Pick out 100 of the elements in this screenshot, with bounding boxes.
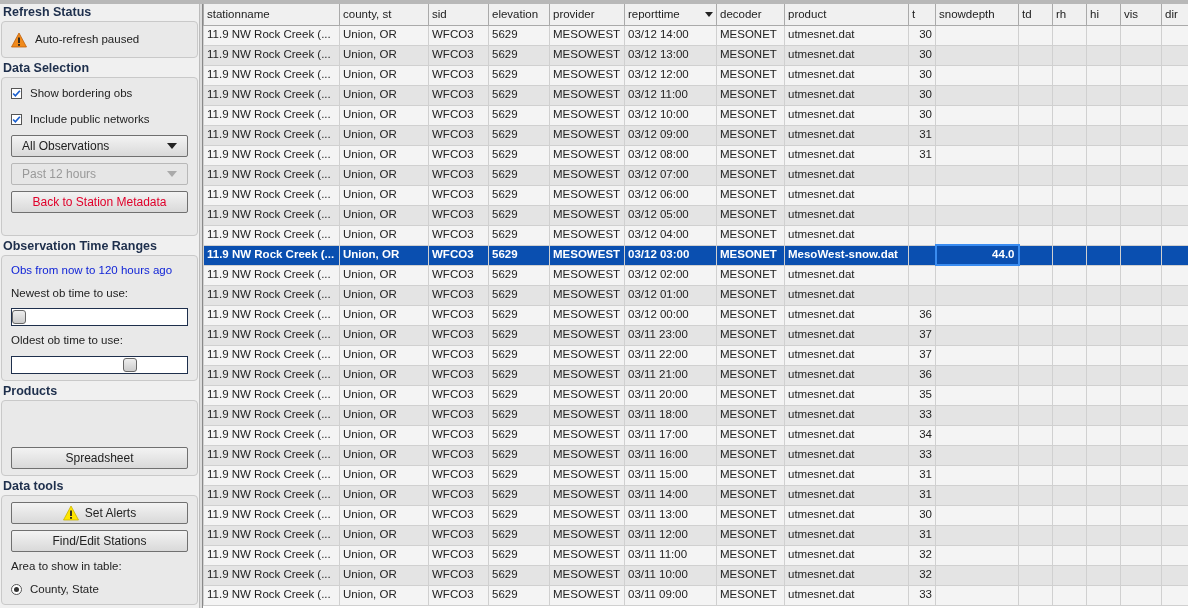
radio-button[interactable]: [11, 583, 22, 595]
table-cell: 11.9 NW Rock Creek (...: [203, 285, 340, 305]
column-header[interactable]: elevation: [488, 4, 550, 25]
checkbox-label: Show bordering obs: [30, 86, 133, 102]
table-cell: 11.9 NW Rock Creek (...: [203, 565, 340, 585]
table-row[interactable]: 11.9 NW Rock Creek (... Union, OR WFCO3 5629 MESOWEST 03/12 04:00 MESONET utmesnet.dat: [203, 225, 1188, 245]
table-row[interactable]: 11.9 NW Rock Creek (... Union, OR WFCO3 5629 MESOWEST 03/11 18:00 MESONET utmesnet.dat 33: [203, 405, 1188, 425]
checkbox[interactable]: [11, 113, 22, 125]
column-header[interactable]: t: [908, 4, 936, 25]
radio-label: County, State: [30, 581, 99, 597]
table-row[interactable]: 11.9 NW Rock Creek (... Union, OR WFCO3 5629 MESOWEST 03/11 13:00 MESONET utmesnet.dat 30: [203, 505, 1188, 525]
table-row[interactable]: 11.9 NW Rock Creek (... Union, OR WFCO3 5629 MESOWEST 03/12 10:00 MESONET utmesnet.dat 30: [203, 105, 1188, 125]
slider-track[interactable]: [11, 308, 188, 327]
table-row[interactable]: 11.9 NW Rock Creek (... Union, OR WFCO3 5629 MESOWEST 03/12 09:00 MESONET utmesnet.dat 31: [203, 125, 1188, 145]
table-cell: 11.9 NW Rock Creek (...: [203, 445, 340, 465]
table-row[interactable]: 11.9 NW Rock Creek (... Union, OR WFCO3 5629 MESOWEST 03/11 23:00 MESONET utmesnet.dat 37: [203, 325, 1188, 345]
column-header[interactable]: decoder: [716, 4, 785, 25]
dropdown[interactable]: All Observations: [11, 134, 188, 157]
table-cell: 11.9 NW Rock Creek (...: [203, 125, 340, 145]
column-header[interactable]: snowdepth: [935, 4, 1019, 25]
action-button[interactable]: Back to Station Metadata: [11, 190, 188, 213]
table-cell: 11.9 NW Rock Creek (...: [203, 325, 340, 345]
column-header[interactable]: stationname: [203, 4, 340, 25]
table-cell: 11.9 NW Rock Creek (...: [203, 225, 340, 245]
table-row[interactable]: 11.9 NW Rock Creek (... Union, OR WFCO3 5629 MESOWEST 03/12 05:00 MESONET utmesnet.dat: [203, 205, 1188, 225]
table-cell: 11.9 NW Rock Creek (...: [203, 45, 340, 65]
table-cell: 11.9 NW Rock Creek (...: [203, 585, 340, 605]
table-cell: 11.9 NW Rock Creek (...: [203, 25, 340, 45]
table-row[interactable]: 11.9 NW Rock Creek (... Union, OR WFCO3 5629 MESOWEST 03/12 02:00 MESONET utmesnet.dat: [203, 265, 1188, 285]
column-header[interactable]: hi: [1086, 4, 1121, 25]
table-row[interactable]: 11.9 NW Rock Creek (... Union, OR WFCO3 5629 MESOWEST 03/12 01:00 MESONET utmesnet.dat: [203, 285, 1188, 305]
table-row[interactable]: 11.9 NW Rock Creek (... Union, OR WFCO3 5629 MESOWEST 03/11 15:00 MESONET utmesnet.dat 31: [203, 465, 1188, 485]
table-cell: 11.9 NW Rock Creek (...: [203, 265, 340, 285]
caret-icon: [167, 142, 177, 149]
section-title: Products: [2, 382, 59, 400]
table-cell: 11.9 NW Rock Creek (...: [203, 105, 340, 125]
status-text: Auto-refresh paused: [35, 32, 140, 47]
column-header[interactable]: dir: [1161, 4, 1188, 25]
field-label: Area to show in table:: [11, 558, 123, 574]
table-row[interactable]: 11.9 NW Rock Creek (... Union, OR WFCO3 5629 MESOWEST 03/11 17:00 MESONET utmesnet.dat 34: [203, 425, 1188, 445]
check-icon: [12, 89, 21, 99]
checkbox-label: Include public networks: [30, 111, 150, 127]
action-button[interactable]: Spreadsheet: [11, 446, 188, 469]
warning-icon: [62, 504, 79, 521]
section-title: Refresh Status: [2, 4, 93, 21]
column-header[interactable]: sid: [428, 4, 489, 25]
table-cell: 11.9 NW Rock Creek (...: [203, 345, 340, 365]
table-cell: 11.9 NW Rock Creek (...: [203, 365, 340, 385]
table-row[interactable]: 11.9 NW Rock Creek (... Union, OR WFCO3 5629 MESOWEST 03/11 11:00 MESONET utmesnet.dat 32: [203, 545, 1188, 565]
column-header[interactable]: td: [1018, 4, 1053, 25]
caret-icon: [167, 170, 177, 177]
table-cell: 11.9 NW Rock Creek (...: [203, 545, 340, 565]
column-header[interactable]: provider: [549, 4, 625, 25]
column-header[interactable]: county, st: [339, 4, 429, 25]
table-cell: 11.9 NW Rock Creek (...: [203, 485, 340, 505]
table-row[interactable]: 11.9 NW Rock Creek (... Union, OR WFCO3 5629 MESOWEST 03/12 07:00 MESONET utmesnet.dat: [203, 165, 1188, 185]
table-row[interactable]: 11.9 NW Rock Creek (... Union, OR WFCO3 5629 MESOWEST 03/12 13:00 MESONET utmesnet.dat 30: [203, 45, 1188, 65]
table-row[interactable]: 11.9 NW Rock Creek (... Union, OR WFCO3 5629 MESOWEST 03/11 16:00 MESONET utmesnet.dat 33: [203, 445, 1188, 465]
table-cell: 11.9 NW Rock Creek (...: [203, 185, 340, 205]
table-cell: 44.0: [935, 245, 1019, 265]
checkbox[interactable]: [11, 88, 22, 100]
table-cell: 11.9 NW Rock Creek (...: [203, 205, 340, 225]
table-cell: 11.9 NW Rock Creek (...: [203, 165, 340, 185]
table-cell: 11.9 NW Rock Creek (...: [203, 65, 340, 85]
table-row[interactable]: 11.9 NW Rock Creek (... Union, OR WFCO3 5629 MESOWEST 03/11 10:00 MESONET utmesnet.dat 32: [203, 565, 1188, 585]
column-header[interactable]: rh: [1052, 4, 1087, 25]
table-row[interactable]: 11.9 NW Rock Creek (... Union, OR WFCO3 5629 MESOWEST 03/12 06:00 MESONET utmesnet.dat: [203, 185, 1188, 205]
table-row[interactable]: 11.9 NW Rock Creek (... Union, OR WFCO3 5629 MESOWEST 03/11 12:00 MESONET utmesnet.dat 31: [203, 525, 1188, 545]
column-header[interactable]: reporttime: [624, 4, 717, 25]
column-header[interactable]: vis: [1120, 4, 1162, 25]
table-cell: 11.9 NW Rock Creek (...: [203, 525, 340, 545]
slider-thumb[interactable]: [12, 310, 26, 325]
table-cell: 11.9 NW Rock Creek (...: [203, 305, 340, 325]
table-row[interactable]: 11.9 NW Rock Creek (... Union, OR WFCO3 5629 MESOWEST 03/12 00:00 MESONET utmesnet.dat 36: [203, 305, 1188, 325]
table-cell: 11.9 NW Rock Creek (...: [203, 245, 340, 265]
field-label: Oldest ob time to use:: [11, 333, 124, 349]
table-row[interactable]: 11.9 NW Rock Creek (... Union, OR WFCO3 5629 MESOWEST 03/11 21:00 MESONET utmesnet.dat 36: [203, 365, 1188, 385]
slider-track[interactable]: [11, 355, 188, 374]
table-row[interactable]: 11.9 NW Rock Creek (... Union, OR WFCO3 5629 MESOWEST 03/11 22:00 MESONET utmesnet.dat 37: [203, 345, 1188, 365]
field-label: Newest ob time to use:: [11, 286, 129, 301]
column-header[interactable]: product: [784, 4, 909, 25]
check-icon: [12, 114, 21, 124]
table-row[interactable]: 11.9 NW Rock Creek (... Union, OR WFCO3 5629 MESOWEST 03/11 20:00 MESONET utmesnet.dat 35: [203, 385, 1188, 405]
warning-icon: [11, 31, 27, 48]
section-title: Data tools: [2, 477, 65, 495]
table-row[interactable]: 11.9 NW Rock Creek (... Union, OR WFCO3 5629 MESOWEST 03/11 14:00 MESONET utmesnet.dat 31: [203, 485, 1188, 505]
section-title: Observation Time Ranges: [2, 237, 158, 255]
slider-thumb[interactable]: [123, 357, 138, 372]
table-row[interactable]: 11.9 NW Rock Creek (... Union, OR WFCO3 5629 MESOWEST 03/12 12:00 MESONET utmesnet.dat 30: [203, 65, 1188, 85]
table-row[interactable]: 11.9 NW Rock Creek (... Union, OR WFCO3 5629 MESOWEST 03/12 14:00 MESONET utmesnet.dat 30: [203, 25, 1188, 45]
table-cell: 11.9 NW Rock Creek (...: [203, 425, 340, 445]
table-row[interactable]: 11.9 NW Rock Creek (... Union, OR WFCO3 5629 MESOWEST 03/12 08:00 MESONET utmesnet.dat 31: [203, 145, 1188, 165]
table-cell: 11.9 NW Rock Creek (...: [203, 385, 340, 405]
action-button[interactable]: Find/Edit Stations: [11, 529, 188, 552]
table-row[interactable]: 11.9 NW Rock Creek (... Union, OR WFCO3 5629 MESOWEST 03/12 03:00 MESONET MesoWest-snow.dat 44.0: [203, 245, 1188, 265]
table-row[interactable]: 11.9 NW Rock Creek (... Union, OR WFCO3 5629 MESOWEST 03/12 11:00 MESONET utmesnet.dat 30: [203, 85, 1188, 105]
alerts-button[interactable]: Set Alerts: [11, 501, 188, 524]
table-cell: 11.9 NW Rock Creek (...: [203, 145, 340, 165]
table-row[interactable]: 11.9 NW Rock Creek (... Union, OR WFCO3 5629 MESOWEST 03/11 09:00 MESONET utmesnet.dat 33: [203, 585, 1188, 605]
section-title: Data Selection: [2, 60, 91, 78]
